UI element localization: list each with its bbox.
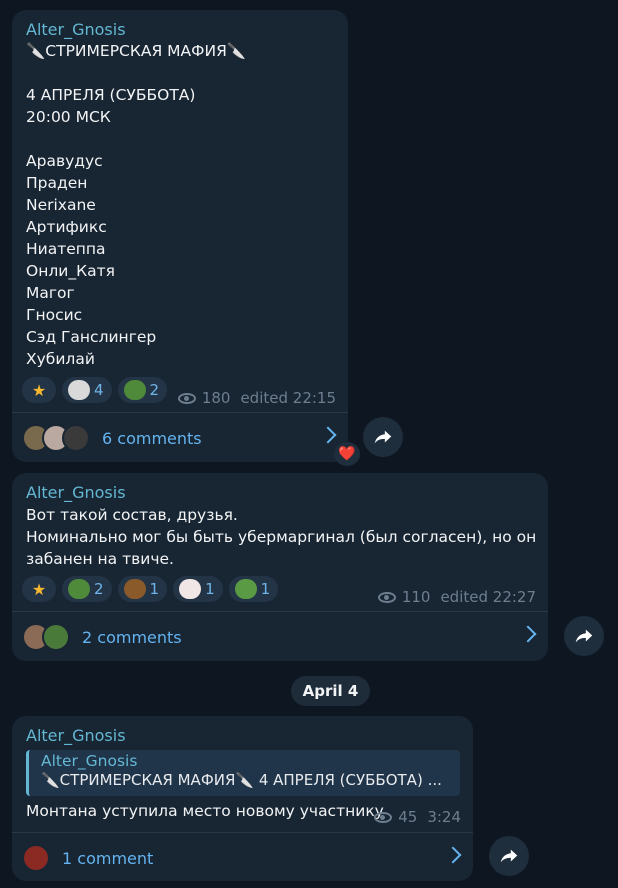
- reaction-count: 4: [94, 381, 104, 399]
- share-arrow-icon: [575, 629, 593, 643]
- view-count: 45: [398, 808, 418, 826]
- reaction-count: 2: [149, 381, 160, 399]
- avatar: [62, 424, 90, 452]
- divider: [12, 611, 548, 612]
- message-time: edited 22:27: [440, 588, 536, 606]
- avatar: [42, 623, 70, 651]
- commenter-avatars: [22, 424, 90, 452]
- message-bubble: Alter_Gnosis Alter_Gnosis 🔪СТРИМЕРСКАЯ М…: [12, 716, 473, 881]
- views-icon: [377, 591, 396, 603]
- reaction-cat[interactable]: 4: [62, 377, 112, 403]
- avatar: [22, 844, 50, 872]
- reaction-star[interactable]: ★: [22, 576, 56, 602]
- message-text-line: Хубилай: [26, 350, 95, 368]
- message-text-line: 4 АПРЕЛЯ (СУББОТА): [26, 86, 196, 104]
- reply-quote[interactable]: Alter_Gnosis 🔪СТРИМЕРСКАЯ МАФИЯ🔪 4 АПРЕЛ…: [26, 750, 460, 796]
- pepe-question-icon: [123, 380, 146, 400]
- quote-text: 🔪СТРИМЕРСКАЯ МАФИЯ🔪 4 АПРЕЛЯ (СУББОТА) .…: [41, 771, 442, 789]
- reaction-count: 2: [94, 580, 104, 598]
- comments-link[interactable]: 6 comments: [102, 429, 202, 448]
- share-button[interactable]: [564, 616, 604, 656]
- commenter-avatars: [22, 623, 70, 651]
- message-text-line: 🔪СТРИМЕРСКАЯ МАФИЯ🔪: [26, 42, 247, 60]
- message-text-line: Артификс: [26, 218, 107, 236]
- share-button[interactable]: [489, 836, 529, 876]
- share-arrow-icon: [500, 849, 518, 863]
- message-time: 3:24: [427, 808, 461, 826]
- chevron-right-icon: [444, 846, 462, 864]
- message-text-line: Аравудус: [26, 152, 103, 170]
- message-text-line: Онли_Катя: [26, 262, 115, 280]
- views-icon: [177, 392, 196, 404]
- commenter-avatars: [22, 844, 50, 872]
- reactions-row: ★ 4 2: [22, 377, 168, 403]
- chevron-right-icon: [519, 625, 537, 643]
- reactions-row: ★ 2 1 1 1: [22, 576, 279, 602]
- comments-bar[interactable]: 2 comments: [12, 615, 548, 659]
- star-icon: ★: [31, 380, 47, 400]
- message-author[interactable]: Alter_Gnosis: [26, 20, 126, 39]
- message-time: edited 22:15: [240, 389, 336, 407]
- reaction-poop[interactable]: 1: [117, 576, 168, 602]
- reaction-pepe-question[interactable]: 2: [117, 377, 168, 403]
- divider: [12, 832, 473, 833]
- message-meta: 180 edited 22:15: [177, 389, 336, 407]
- message-text-line: Сэд Ганслингер: [26, 328, 157, 346]
- message-bubble: Alter_Gnosis Вот такой состав, друзья. Н…: [12, 473, 548, 661]
- message-text-line: забанен на твиче.: [26, 550, 174, 568]
- heart-reaction-icon[interactable]: ❤️: [334, 442, 360, 466]
- message-text-line: Номинально мог бы быть убермаргинал (был…: [26, 528, 537, 546]
- clown-icon: [179, 579, 202, 599]
- message-text-line: Монтана уступила место новому участнику: [26, 802, 384, 820]
- reaction-count: 1: [260, 580, 271, 598]
- message-text-line: Вот такой состав, друзья.: [26, 506, 238, 524]
- message-text-line: 20:00 МСК: [26, 108, 111, 126]
- star-icon: ★: [31, 579, 47, 599]
- date-separator: April 4: [291, 676, 370, 706]
- comments-link[interactable]: 1 comment: [62, 849, 153, 868]
- reaction-count: 1: [149, 580, 160, 598]
- quote-author: Alter_Gnosis: [41, 752, 138, 770]
- cat-emoji-icon: [68, 380, 90, 400]
- comments-link[interactable]: 2 comments: [82, 628, 182, 647]
- share-arrow-icon: [374, 430, 392, 444]
- message-text-line: Гносис: [26, 306, 83, 324]
- reaction-count: 1: [205, 580, 215, 598]
- message-text-line: Магог: [26, 284, 75, 302]
- comments-bar[interactable]: 6 comments: [12, 416, 348, 460]
- reaction-pepe[interactable]: 2: [62, 576, 112, 602]
- view-count: 110: [401, 588, 431, 606]
- poop-icon: [123, 579, 146, 599]
- views-icon: [374, 811, 393, 823]
- view-count: 180: [201, 389, 231, 407]
- reaction-star[interactable]: ★: [22, 377, 56, 403]
- reaction-clown[interactable]: 1: [173, 576, 223, 602]
- chevron-right-icon: [319, 426, 337, 444]
- message-meta: 110 edited 22:27: [377, 588, 536, 606]
- comments-bar[interactable]: 1 comment: [12, 836, 473, 880]
- share-button[interactable]: [363, 417, 403, 457]
- pepe-icon: [68, 579, 90, 599]
- message-author[interactable]: Alter_Gnosis: [26, 726, 126, 745]
- message-author[interactable]: Alter_Gnosis: [26, 483, 126, 502]
- divider: [12, 412, 348, 413]
- message-text-line: Ниатеппа: [26, 240, 106, 258]
- message-meta: 45 3:24: [374, 808, 461, 826]
- message-text-line: Nerixane: [26, 196, 96, 214]
- message-text-line: Праден: [26, 174, 88, 192]
- message-bubble: Alter_Gnosis 🔪СТРИМЕРСКАЯ МАФИЯ🔪 4 АПРЕЛ…: [12, 10, 348, 462]
- reaction-pepe-clown[interactable]: 1: [228, 576, 279, 602]
- pepe-clown-icon: [234, 579, 257, 599]
